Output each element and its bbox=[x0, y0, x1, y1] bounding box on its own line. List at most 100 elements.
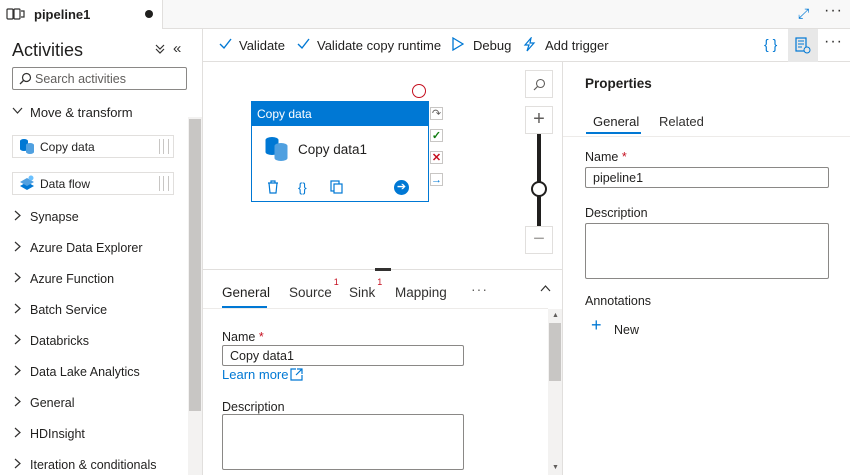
more-tabs-icon[interactable]: ··· bbox=[471, 281, 488, 297]
more-icon[interactable]: ··· bbox=[824, 33, 843, 51]
activity-name: Copy data1 bbox=[298, 142, 368, 157]
play-icon bbox=[451, 36, 465, 54]
tab-title: pipeline1 bbox=[34, 7, 91, 22]
name-label: Name * bbox=[585, 150, 627, 164]
category-synapse[interactable]: Synapse bbox=[0, 206, 185, 230]
activities-title: Activities bbox=[12, 40, 84, 60]
activities-pane: Activities « Move & transform Copy data bbox=[0, 29, 203, 475]
category-label: Move & transform bbox=[30, 105, 133, 120]
pipeline-toolbar: Validate Validate copy runtime Debug Add… bbox=[203, 29, 850, 62]
code-icon[interactable]: {} bbox=[298, 180, 307, 195]
debug-label: Debug bbox=[473, 38, 512, 53]
pipeline-icon bbox=[6, 6, 26, 27]
category-batch-service[interactable]: Batch Service bbox=[0, 299, 185, 323]
unsaved-dot-icon bbox=[145, 10, 153, 18]
open-external-icon[interactable] bbox=[290, 368, 303, 386]
chevron-right-icon bbox=[12, 396, 23, 410]
copy-data-activity[interactable]: Copy data Copy data1 {} ➔ bbox=[251, 101, 429, 202]
required-mark: * bbox=[258, 330, 264, 344]
delete-icon[interactable] bbox=[267, 180, 279, 197]
copy-data-icon bbox=[264, 136, 290, 167]
category-hdinsight[interactable]: HDInsight bbox=[0, 423, 185, 447]
tab-sink[interactable]: Sink 1 bbox=[349, 277, 382, 300]
tab-divider bbox=[203, 308, 548, 309]
clone-icon[interactable] bbox=[330, 180, 343, 197]
checkmark-icon bbox=[297, 37, 310, 53]
chevron-down-icon bbox=[12, 105, 23, 119]
error-badge: 1 bbox=[377, 277, 383, 287]
activity-item-copy-data[interactable]: Copy data bbox=[12, 135, 174, 158]
add-trigger-button[interactable]: Add trigger bbox=[523, 29, 613, 62]
code-view-icon[interactable]: { } bbox=[764, 36, 777, 52]
tab-source[interactable]: Source 1 bbox=[289, 277, 339, 300]
learn-more-link[interactable]: Learn more bbox=[222, 367, 288, 382]
drag-handle-icon[interactable] bbox=[159, 139, 169, 154]
chevron-right-icon bbox=[12, 272, 23, 286]
scroll-up-icon[interactable]: ▲ bbox=[552, 312, 559, 319]
name-label: Name * bbox=[222, 330, 264, 344]
completion-output-icon[interactable]: → bbox=[430, 173, 443, 186]
zoom-out-button[interactable]: − bbox=[525, 226, 553, 254]
activity-status-circle-icon bbox=[412, 84, 426, 98]
zoom-in-button[interactable]: + bbox=[525, 106, 553, 134]
failure-output-icon[interactable]: ✕ bbox=[430, 151, 443, 164]
chevron-up-icon[interactable] bbox=[540, 283, 551, 297]
new-annotation-button[interactable]: + New bbox=[591, 315, 651, 340]
zoom-search-button[interactable] bbox=[525, 70, 553, 98]
search-box[interactable] bbox=[12, 67, 187, 90]
plus-icon: + bbox=[591, 315, 602, 335]
scroll-down-icon[interactable]: ▼ bbox=[552, 464, 559, 471]
scrollbar-thumb[interactable] bbox=[189, 119, 201, 411]
activity-name-input[interactable] bbox=[222, 345, 464, 366]
activity-type-label: Copy data bbox=[257, 107, 312, 121]
category-iteration-conditionals[interactable]: Iteration & conditionals bbox=[0, 454, 185, 475]
category-label: Batch Service bbox=[30, 303, 108, 317]
tab-general[interactable]: General bbox=[593, 114, 639, 129]
properties-title: Properties bbox=[585, 76, 652, 91]
lightning-icon bbox=[523, 35, 537, 55]
category-data-lake-analytics[interactable]: Data Lake Analytics bbox=[0, 361, 185, 385]
category-move-transform[interactable]: Move & transform bbox=[0, 101, 185, 125]
success-output-icon[interactable]: ✓ bbox=[430, 129, 443, 142]
activity-item-label: Data flow bbox=[40, 177, 91, 191]
tab-mapping[interactable]: Mapping bbox=[395, 285, 447, 300]
tab-label: Source bbox=[289, 285, 332, 300]
activity-item-data-flow[interactable]: Data flow bbox=[12, 172, 174, 195]
category-azure-data-explorer[interactable]: Azure Data Explorer bbox=[0, 237, 185, 261]
pipeline-canvas[interactable]: Copy data Copy data1 {} ➔ ↷ ✓ ✕ → + − bbox=[203, 62, 562, 269]
pipeline-name-input[interactable] bbox=[585, 167, 829, 188]
tab-general[interactable]: General bbox=[222, 285, 270, 300]
zoom-slider-handle[interactable] bbox=[531, 181, 547, 197]
panel-resize-handle[interactable] bbox=[375, 268, 391, 271]
search-icon bbox=[19, 72, 32, 90]
scrollbar-thumb[interactable] bbox=[549, 323, 561, 381]
collapse-pane-icon[interactable]: « bbox=[173, 40, 181, 57]
pipeline-description-input[interactable] bbox=[585, 223, 829, 279]
chevron-right-icon bbox=[12, 334, 23, 348]
validate-copy-runtime-button[interactable]: Validate copy runtime bbox=[297, 29, 441, 62]
category-general[interactable]: General bbox=[0, 392, 185, 416]
category-label: Azure Function bbox=[30, 272, 115, 286]
validate-button[interactable]: Validate bbox=[219, 29, 289, 62]
expand-icon[interactable]: ⤢ bbox=[798, 5, 809, 22]
category-label: Iteration & conditionals bbox=[30, 458, 157, 472]
drag-handle-icon[interactable] bbox=[159, 176, 169, 191]
properties-toggle-button[interactable] bbox=[788, 29, 818, 62]
category-databricks[interactable]: Databricks bbox=[0, 330, 185, 354]
activity-description-input[interactable] bbox=[222, 414, 464, 470]
copy-data-icon bbox=[19, 138, 35, 158]
tab-related[interactable]: Related bbox=[659, 114, 704, 129]
pipeline-tab[interactable]: pipeline1 bbox=[0, 0, 163, 29]
skip-output-icon[interactable]: ↷ bbox=[430, 107, 443, 120]
category-label: Databricks bbox=[30, 334, 90, 348]
collapse-all-icon[interactable] bbox=[155, 43, 165, 57]
search-input[interactable] bbox=[35, 70, 183, 87]
debug-button[interactable]: Debug bbox=[451, 29, 511, 62]
chevron-right-icon bbox=[12, 241, 23, 255]
active-tab-indicator bbox=[586, 132, 641, 134]
data-flow-icon bbox=[18, 175, 36, 195]
checkmark-icon bbox=[219, 37, 232, 53]
category-azure-function[interactable]: Azure Function bbox=[0, 268, 185, 292]
arrow-right-circle-icon[interactable]: ➔ bbox=[394, 180, 409, 195]
more-icon[interactable]: ··· bbox=[824, 2, 843, 20]
